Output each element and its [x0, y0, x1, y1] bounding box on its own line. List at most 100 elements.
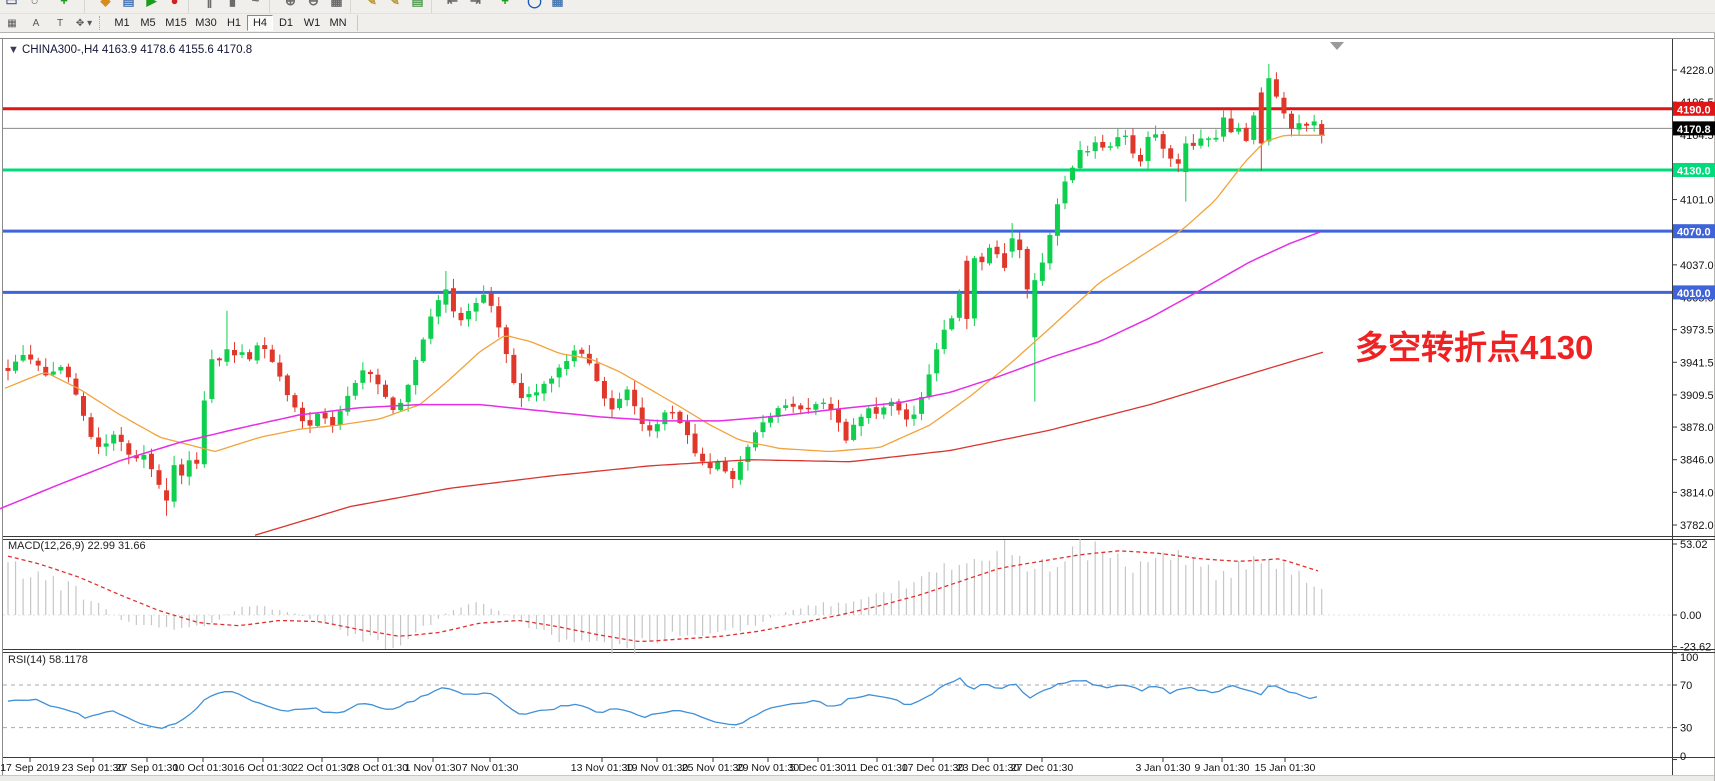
zoom-out-button[interactable]: ⊖	[302, 0, 325, 13]
bar-chart-mode-icon: ∥	[206, 0, 213, 9]
rsi-tick: 0	[1680, 751, 1686, 763]
level-badge-text: 4190.0	[1677, 104, 1711, 116]
time-tick: 5 Dec 01:30	[790, 762, 847, 774]
main-toolbar: ▭ ○ + ◆ ▤ ▶ ● ∥ ▮ ~ ⊕ ⊖ ▦ ✎ ✎ ▤ ⇤ ⇥ + ◯ ▦	[0, 0, 1715, 14]
time-tick: 7 Nov 01:30	[462, 762, 519, 774]
cursor-tool-button[interactable]: ✥ ▾	[73, 15, 95, 31]
expert-advisor-icon: ◆	[101, 0, 111, 9]
calendar-button[interactable]: ▦	[546, 0, 569, 13]
chart-toolbar: ▦ A T ✥ ▾ M1M5M15M30H1H4D1W1MN	[0, 14, 1715, 33]
time-tick: 11 Dec 01:30	[846, 762, 908, 774]
cursor-tool-icon: ✥ ▾	[76, 18, 92, 29]
time-tick: 15 Jan 01:30	[1255, 762, 1316, 774]
timeframe-d1-button[interactable]: D1	[273, 15, 299, 31]
grid-tool-button[interactable]: ▦	[1, 15, 23, 31]
chart-title: CHINA300-,H4 4163.9 4178.6 4155.6 4170.8	[22, 44, 252, 56]
timeframe-m1-button[interactable]: M1	[109, 15, 135, 31]
time-tick: 3 Jan 01:30	[1136, 762, 1191, 774]
timeframe-w1-button[interactable]: W1	[299, 15, 325, 31]
terminal-button[interactable]: ▤	[117, 0, 140, 13]
draw-pencil-button[interactable]: ✎	[360, 0, 383, 13]
price-tick: 3973.5	[1680, 325, 1714, 337]
text-label-tool-icon: A	[33, 18, 40, 29]
level-badge-text: 4130.0	[1677, 165, 1711, 177]
annotation-text: 多空转折点4130	[1355, 329, 1593, 366]
stop-button[interactable]: ●	[163, 0, 186, 13]
autotrading-button[interactable]: ▶	[140, 0, 163, 13]
candle-chart-mode-button[interactable]: ▮	[221, 0, 244, 13]
timeframe-h4-button[interactable]: H4	[247, 15, 273, 31]
expert-advisor-button[interactable]: ◆	[94, 0, 117, 13]
price-tick: 3846.0	[1680, 455, 1714, 467]
rsi-tick: 70	[1680, 680, 1692, 692]
shift-left-button[interactable]: ⇤	[441, 0, 464, 13]
draw-pencil-2-button[interactable]: ✎	[383, 0, 406, 13]
new-chart-icon: ▭	[5, 0, 17, 9]
timeframe-h1-button[interactable]: H1	[221, 15, 247, 31]
toolbar-separator	[350, 0, 358, 13]
time-tick: 27 Sep 01:30	[116, 762, 179, 774]
timeframe-m5-button[interactable]: M5	[135, 15, 161, 31]
rsi-label: RSI(14) 58.1178	[8, 654, 88, 666]
time-tick: 25 Nov 01:30	[682, 762, 745, 774]
toolbar-separator	[431, 0, 439, 13]
new-order-icon: +	[60, 0, 68, 8]
new-chart-button[interactable]: ▭	[0, 0, 23, 13]
calendar-icon: ▦	[551, 0, 563, 9]
tile-windows-button[interactable]: ▦	[325, 0, 348, 13]
time-tick: 27 Dec 01:30	[1011, 762, 1074, 774]
line-chart-mode-icon: ~	[252, 0, 260, 8]
text-label-tool-button[interactable]: A	[25, 15, 47, 31]
line-chart-mode-button[interactable]: ~	[244, 0, 267, 13]
add-indicator-icon: +	[501, 0, 509, 8]
timeframe-buttons: M1M5M15M30H1H4D1W1MN	[109, 15, 358, 31]
zoom-in-icon: ⊕	[285, 0, 296, 9]
price-tick: 4037.0	[1680, 260, 1714, 272]
terminal-icon: ▤	[122, 0, 134, 9]
zoom-out-icon: ⊖	[308, 0, 319, 9]
rsi-tick: 30	[1680, 723, 1692, 735]
timeframe-mn-button[interactable]: MN	[325, 15, 351, 31]
price-tick: 3941.5	[1680, 357, 1714, 369]
chart-dropdown-icon[interactable]: ▼	[8, 44, 19, 56]
refresh-button[interactable]: ◯	[523, 0, 546, 13]
autotrading-icon: ▶	[147, 0, 157, 9]
draw-pencil-2-icon: ✎	[389, 0, 400, 9]
price-tick: 4228.0	[1680, 65, 1714, 77]
price-tick: 4101.0	[1680, 195, 1714, 207]
chart-canvas[interactable]: ▼CHINA300-,H4 4163.9 4178.6 4155.6 4170.…	[0, 33, 1715, 781]
current-price-badge-text: 4170.8	[1677, 124, 1711, 136]
time-tick: 28 Oct 01:30	[348, 762, 408, 774]
time-tick: 17 Sep 2019	[0, 762, 60, 774]
toolbar-separator	[99, 16, 106, 30]
chart-profile-button[interactable]: ○	[23, 0, 46, 13]
rsi-tick: 100	[1680, 652, 1698, 664]
time-tick: 19 Nov 01:30	[626, 762, 689, 774]
zoom-in-button[interactable]: ⊕	[279, 0, 302, 13]
tile-windows-icon: ▦	[330, 0, 342, 9]
shift-right-icon: ⇥	[470, 0, 481, 9]
refresh-icon: ◯	[527, 0, 542, 9]
shift-right-button[interactable]: ⇥	[464, 0, 487, 13]
time-tick: 22 Oct 01:30	[292, 762, 352, 774]
toolbar-separator	[84, 0, 92, 13]
data-window-button[interactable]: ▤	[406, 0, 429, 13]
text-box-tool-button[interactable]: T	[49, 15, 71, 31]
timeframe-m30-button[interactable]: M30	[191, 15, 221, 31]
chart-window: ▼CHINA300-,H4 4163.9 4178.6 4155.6 4170.…	[0, 33, 1715, 781]
chart-profile-icon: ○	[31, 0, 39, 8]
macd-tick: 0.00	[1680, 610, 1701, 622]
stop-icon: ●	[171, 0, 179, 8]
time-tick: 9 Jan 01:30	[1195, 762, 1250, 774]
level-badge-text: 4010.0	[1677, 288, 1711, 300]
new-order-button[interactable]: +	[46, 0, 82, 13]
candle-chart-mode-icon: ▮	[229, 0, 236, 9]
add-indicator-button[interactable]: +	[487, 0, 523, 13]
time-tick: 1 Nov 01:30	[405, 762, 462, 774]
bar-chart-mode-button[interactable]: ∥	[198, 0, 221, 13]
shift-left-icon: ⇤	[447, 0, 458, 9]
price-tick: 3782.0	[1680, 520, 1714, 532]
time-tick: 17 Dec 01:30	[902, 762, 965, 774]
text-box-tool-icon: T	[57, 18, 63, 29]
timeframe-m15-button[interactable]: M15	[161, 15, 191, 31]
